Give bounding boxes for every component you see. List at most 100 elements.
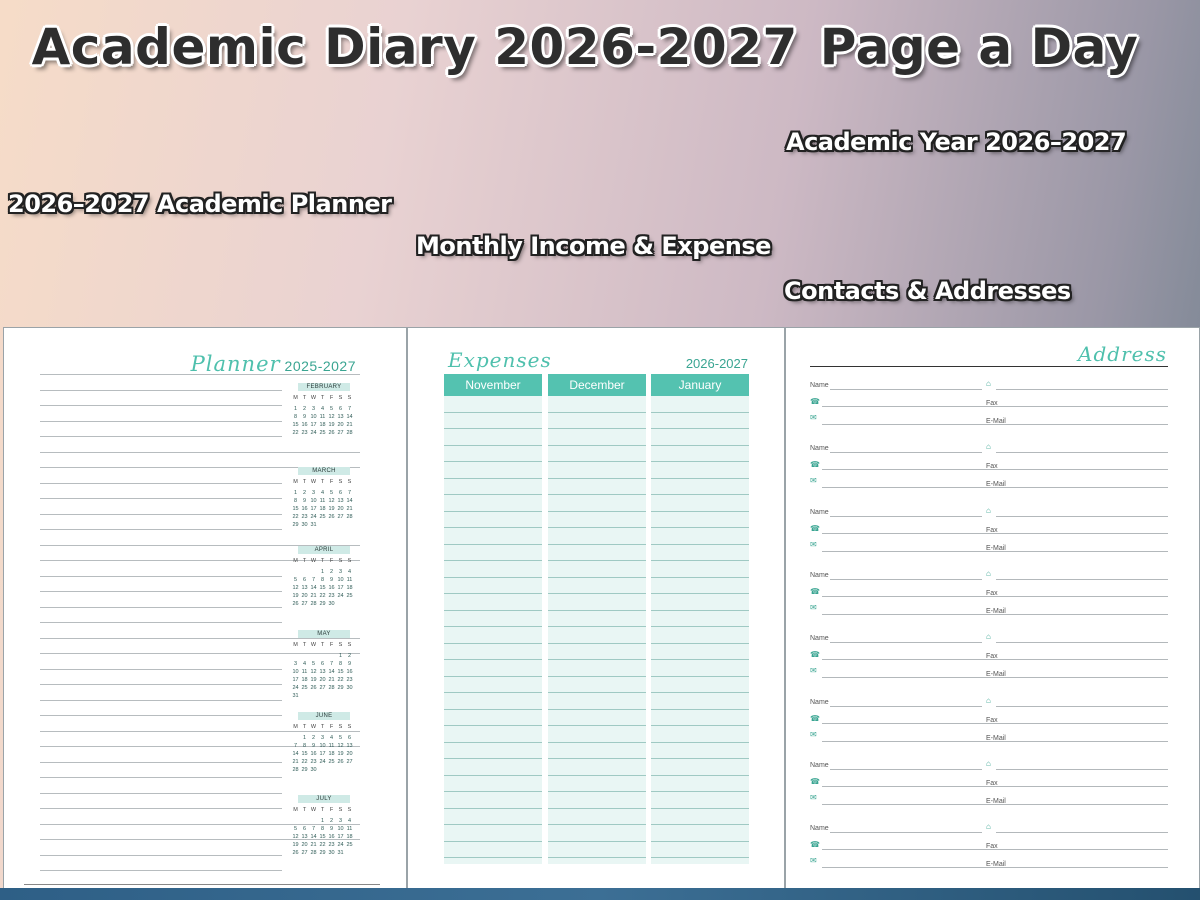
expense-row[interactable] [651, 809, 749, 825]
calendar-day[interactable]: 15 [291, 421, 300, 429]
calendar-day[interactable]: 10 [309, 497, 318, 505]
expense-row[interactable] [444, 578, 542, 594]
expense-row[interactable] [444, 446, 542, 462]
calendar-day[interactable]: 5 [336, 734, 345, 742]
calendar-day[interactable]: 26 [309, 684, 318, 692]
expense-row[interactable] [548, 413, 646, 429]
calendar-day[interactable]: 11 [318, 497, 327, 505]
calendar-day[interactable]: 29 [291, 521, 300, 529]
expense-row[interactable] [651, 446, 749, 462]
expense-row[interactable] [548, 578, 646, 594]
calendar-day[interactable]: 2 [309, 734, 318, 742]
calendar-day[interactable]: 27 [300, 600, 309, 608]
calendar-day[interactable]: 27 [336, 513, 345, 521]
calendar-day[interactable]: 8 [318, 825, 327, 833]
calendar-day[interactable]: 27 [345, 758, 354, 766]
calendar-day[interactable]: 28 [327, 684, 336, 692]
calendar-day[interactable]: 14 [345, 413, 354, 421]
expense-row[interactable] [444, 396, 542, 413]
address-field[interactable] [996, 389, 1168, 390]
calendar-day[interactable]: 29 [300, 766, 309, 774]
address-field[interactable] [996, 578, 1168, 580]
calendar-day[interactable]: 24 [318, 758, 327, 766]
calendar-day[interactable]: 9 [327, 825, 336, 833]
calendar-day[interactable]: 4 [318, 405, 327, 413]
email-field[interactable] [822, 867, 1168, 869]
calendar-day[interactable]: 19 [291, 592, 300, 600]
expense-row[interactable] [444, 809, 542, 825]
expense-row[interactable] [444, 710, 542, 726]
expense-row[interactable] [444, 512, 542, 528]
expense-row[interactable] [548, 677, 646, 693]
expense-row[interactable] [548, 479, 646, 495]
expense-row[interactable] [651, 561, 749, 578]
calendar-day[interactable]: 16 [300, 505, 309, 513]
address-field[interactable] [996, 768, 1168, 770]
expense-row[interactable] [651, 627, 749, 644]
calendar-day[interactable]: 27 [300, 849, 309, 857]
calendar-day[interactable]: 29 [318, 849, 327, 857]
name-field[interactable] [830, 515, 982, 517]
expense-row[interactable] [444, 743, 542, 759]
calendar-day[interactable]: 7 [327, 660, 336, 668]
expense-row[interactable] [548, 429, 646, 446]
calendar-day[interactable]: 30 [327, 849, 336, 857]
email-field[interactable] [822, 740, 1168, 742]
expense-row[interactable] [444, 776, 542, 792]
expense-row[interactable] [444, 825, 542, 842]
expense-row[interactable] [651, 578, 749, 594]
expense-row[interactable] [548, 528, 646, 545]
calendar-day[interactable]: 21 [309, 841, 318, 849]
calendar-day[interactable]: 4 [300, 660, 309, 668]
calendar-day[interactable]: 4 [345, 568, 354, 576]
calendar-day[interactable]: 17 [291, 676, 300, 684]
expense-row[interactable] [651, 611, 749, 627]
name-field[interactable] [830, 705, 982, 707]
name-field[interactable] [830, 768, 982, 770]
calendar-day[interactable]: 28 [291, 766, 300, 774]
expense-row[interactable] [651, 677, 749, 693]
calendar-day[interactable]: 21 [327, 676, 336, 684]
expense-row[interactable] [548, 809, 646, 825]
calendar-day[interactable]: 26 [291, 849, 300, 857]
calendar-day[interactable]: 7 [309, 576, 318, 584]
calendar-day[interactable]: 24 [291, 684, 300, 692]
calendar-day[interactable]: 25 [318, 429, 327, 437]
calendar-day[interactable]: 6 [300, 576, 309, 584]
expense-row[interactable] [548, 792, 646, 809]
calendar-day[interactable]: 5 [291, 825, 300, 833]
calendar-day[interactable]: 30 [309, 766, 318, 774]
calendar-day[interactable]: 9 [300, 413, 309, 421]
calendar-day[interactable]: 3 [318, 734, 327, 742]
calendar-day[interactable]: 9 [309, 742, 318, 750]
calendar-day[interactable]: 30 [345, 684, 354, 692]
expense-row[interactable] [651, 644, 749, 660]
calendar-day[interactable]: 16 [309, 750, 318, 758]
calendar-day[interactable]: 13 [318, 668, 327, 676]
expense-row[interactable] [651, 825, 749, 842]
calendar-day[interactable]: 7 [291, 742, 300, 750]
email-field[interactable] [822, 803, 1168, 805]
email-field[interactable] [822, 424, 1168, 425]
calendar-day[interactable]: 5 [291, 576, 300, 584]
calendar-day[interactable]: 13 [345, 742, 354, 750]
calendar-day[interactable]: 26 [327, 513, 336, 521]
calendar-day[interactable]: 15 [300, 750, 309, 758]
calendar-day[interactable]: 4 [327, 734, 336, 742]
calendar-day[interactable]: 2 [327, 568, 336, 576]
calendar-day[interactable]: 17 [309, 505, 318, 513]
calendar-day[interactable]: 14 [345, 497, 354, 505]
expense-row[interactable] [548, 776, 646, 792]
expense-row[interactable] [651, 594, 749, 611]
calendar-day[interactable]: 15 [336, 668, 345, 676]
address-field[interactable] [996, 705, 1168, 707]
calendar-day[interactable]: 3 [309, 489, 318, 497]
expense-row[interactable] [444, 842, 542, 858]
calendar-day[interactable]: 23 [300, 429, 309, 437]
expense-row[interactable] [444, 495, 542, 512]
calendar-day[interactable]: 20 [336, 421, 345, 429]
calendar-day[interactable]: 10 [336, 825, 345, 833]
calendar-day[interactable]: 27 [336, 429, 345, 437]
calendar-day[interactable]: 10 [318, 742, 327, 750]
expense-row[interactable] [651, 545, 749, 561]
